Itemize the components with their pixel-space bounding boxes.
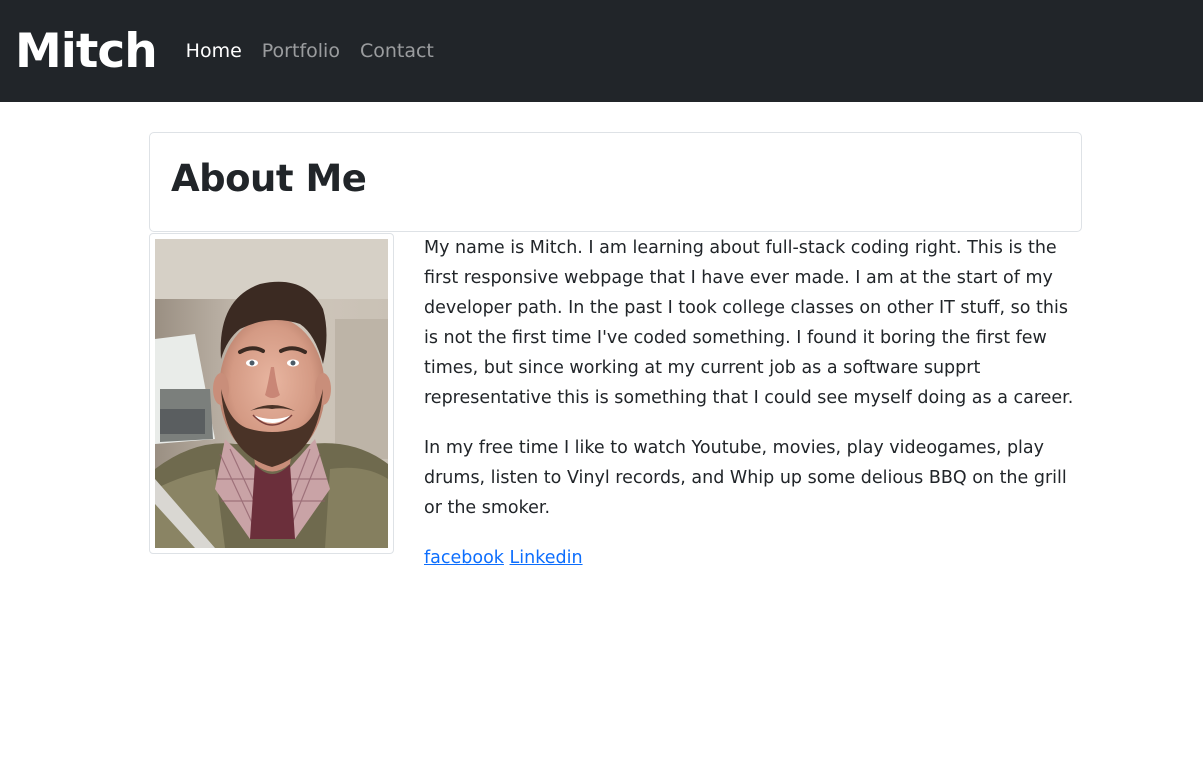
about-paragraph-1: My name is Mitch. I am learning about fu…: [424, 238, 1074, 408]
about-content: My name is Mitch. I am learning about fu…: [424, 233, 1084, 593]
about-paragraph-2: In my free time I like to watch Youtube,…: [424, 438, 1067, 518]
profile-photo: [155, 239, 388, 548]
social-links: facebook Linkedin: [424, 543, 1084, 573]
facebook-link[interactable]: facebook: [424, 548, 504, 568]
navbar: Mitch Home Portfolio Contact: [0, 0, 1203, 102]
nav-link-home[interactable]: Home: [186, 41, 242, 61]
linkedin-link[interactable]: Linkedin: [510, 548, 583, 568]
profile-photo-frame: [149, 233, 394, 554]
about-header-card: About Me: [149, 132, 1082, 232]
nav-link-contact[interactable]: Contact: [360, 41, 434, 61]
page-title: About Me: [171, 157, 367, 200]
nav-links: Home Portfolio Contact: [186, 41, 454, 61]
nav-link-portfolio[interactable]: Portfolio: [262, 41, 340, 61]
brand-link[interactable]: Mitch: [15, 28, 158, 75]
